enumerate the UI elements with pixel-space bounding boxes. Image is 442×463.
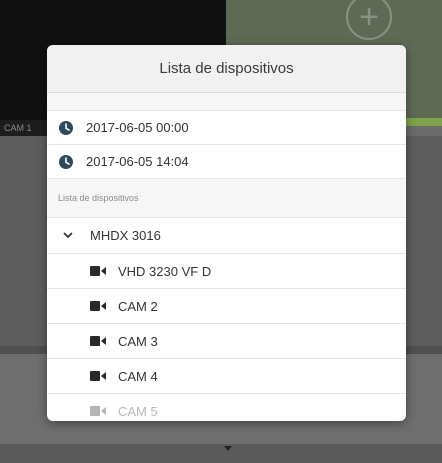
device-label: CAM 5 <box>118 403 158 419</box>
dialog-title: Lista de dispositivos <box>47 45 406 93</box>
device-item[interactable]: CAM 4 <box>47 359 406 394</box>
clock-icon <box>58 154 74 170</box>
video-camera-icon <box>89 403 107 419</box>
device-list-dialog: Lista de dispositivos 2017-06-05 00:00 2… <box>47 45 406 421</box>
clock-icon <box>58 120 74 136</box>
recording-time-row[interactable]: 2017-06-05 00:00 <box>47 111 406 145</box>
background-footer <box>0 444 442 463</box>
device-label: CAM 2 <box>118 298 158 314</box>
device-label: VHD 3230 VF D <box>118 263 212 279</box>
video-camera-icon <box>89 298 107 314</box>
device-label: CAM 3 <box>118 333 158 349</box>
dialog-spacer <box>47 93 406 111</box>
device-label: CAM 4 <box>118 368 158 384</box>
plus-icon: + <box>359 0 379 36</box>
video-camera-icon <box>89 368 107 384</box>
collapse-arrow-icon[interactable] <box>224 446 232 451</box>
device-group-item[interactable]: MHDX 3016 <box>47 218 406 254</box>
video-camera-icon <box>89 333 107 349</box>
device-item[interactable]: CAM 5 <box>47 394 406 421</box>
recording-time-row[interactable]: 2017-06-05 14:04 <box>47 145 406 179</box>
device-item[interactable]: VHD 3230 VF D <box>47 254 406 289</box>
recording-time-label: 2017-06-05 00:00 <box>86 120 189 135</box>
section-header: Lista de dispositivos <box>47 179 406 218</box>
device-item[interactable]: CAM 3 <box>47 324 406 359</box>
chevron-down-icon[interactable] <box>60 228 76 244</box>
video-camera-icon <box>89 263 107 279</box>
device-item[interactable]: CAM 2 <box>47 289 406 324</box>
device-group-label: MHDX 3016 <box>90 228 161 243</box>
recording-time-label: 2017-06-05 14:04 <box>86 154 189 169</box>
